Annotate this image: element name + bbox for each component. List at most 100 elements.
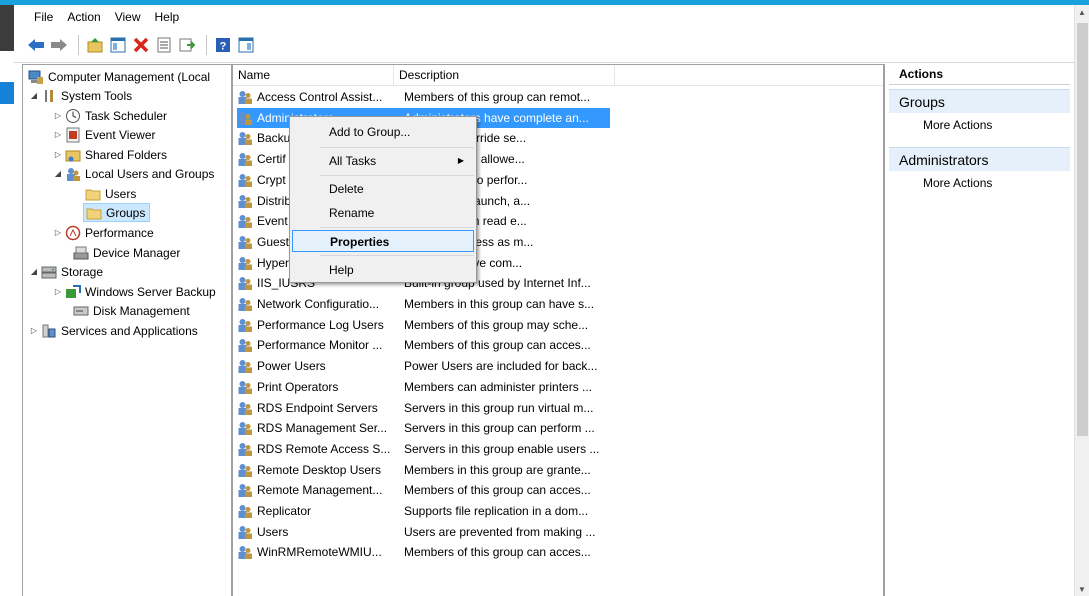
menu-item-add-to-group[interactable]: Add to Group... [292, 121, 474, 143]
help-icon[interactable]: ? [213, 35, 233, 55]
back-arrow-icon[interactable] [26, 35, 46, 55]
tree-item-performance[interactable]: ▷ Performance [53, 223, 154, 242]
table-row[interactable]: WinRMRemoteWMIU... Members of this group … [237, 542, 610, 562]
more-actions-groups[interactable]: More Actions [885, 113, 1074, 137]
tree-item-groups[interactable]: Groups [83, 203, 151, 222]
group-name: Network Configuratio... [257, 297, 380, 311]
scroll-thumb[interactable] [1077, 23, 1088, 436]
menu-action[interactable]: Action [67, 10, 100, 24]
table-row[interactable]: Users Users are prevented from making ... [237, 522, 610, 542]
svg-text:?: ? [220, 41, 227, 53]
toolbar-separator [78, 35, 79, 55]
expand-arrow-icon[interactable]: ▷ [53, 130, 63, 139]
menu-item-help[interactable]: Help [292, 259, 474, 281]
table-row[interactable]: Print Operators Members can administer pr… [237, 377, 610, 397]
group-name: Hyper [257, 255, 290, 270]
menu-item-delete[interactable]: Delete [292, 178, 474, 200]
expand-arrow-icon[interactable]: ▷ [53, 228, 63, 237]
table-row[interactable]: Replicator Supports file replication in a… [237, 501, 610, 521]
group-icon [237, 524, 253, 540]
tree-item-device-manager[interactable]: Device Manager [71, 243, 180, 262]
context-menu: Add to Group... All Tasks ▶ Delete Renam… [289, 116, 477, 283]
toolbar-separator [206, 35, 207, 55]
expand-arrow-icon[interactable]: ▷ [29, 326, 39, 335]
group-name: RDS Management Ser... [257, 421, 388, 436]
collapse-arrow-icon[interactable]: ◢ [29, 91, 39, 100]
show-hide-tree-icon[interactable] [108, 35, 128, 55]
tree-item-storage[interactable]: ◢ Storage [29, 262, 103, 281]
collapse-arrow-icon[interactable]: ◢ [29, 267, 39, 276]
properties-icon[interactable] [154, 35, 174, 55]
tree-item-task-scheduler[interactable]: ▷ Task Scheduler [53, 106, 167, 125]
console-tree-icon[interactable] [236, 35, 256, 55]
table-row[interactable]: Performance Log Users Members of this gro… [237, 315, 610, 335]
up-folder-icon[interactable] [85, 35, 105, 55]
tree-item-root[interactable]: Computer Management (Local [26, 67, 210, 86]
menu-view[interactable]: View [115, 10, 141, 24]
group-icon [237, 130, 253, 146]
group-name: Remote Desktop Users [257, 462, 382, 477]
group-description: Members in this group are grante... [404, 462, 591, 477]
more-actions-administrators[interactable]: More Actions [885, 171, 1074, 195]
delete-icon[interactable] [131, 35, 151, 55]
tree-item-disk-management[interactable]: Disk Management [71, 301, 190, 320]
tree-item-event-viewer[interactable]: ▷ Event Viewer [53, 125, 155, 144]
group-name: WinRMRemoteWMIU... [257, 545, 382, 560]
group-name: Access Control Assist... [257, 90, 383, 104]
group-name: Replicator [257, 504, 312, 518]
export-list-icon[interactable] [177, 35, 197, 55]
device-manager-icon [73, 245, 89, 261]
table-row[interactable]: RDS Management Ser... Servers in this gro… [237, 418, 610, 438]
table-row[interactable]: RDS Endpoint Servers Servers in this grou… [237, 398, 610, 418]
tree-item-local-users-groups[interactable]: ◢ Local Users and Groups [53, 164, 214, 183]
actions-section-groups[interactable]: Groups [889, 89, 1070, 113]
group-icon [237, 255, 253, 271]
menu-file[interactable]: File [34, 10, 53, 24]
disk-icon [73, 303, 89, 319]
group-name-cell: WinRMRemoteWMIU... [237, 544, 398, 560]
tree-label: Task Scheduler [85, 108, 168, 123]
tree-item-users[interactable]: Users [83, 184, 136, 203]
group-icon [237, 462, 253, 478]
table-row[interactable]: RDS Remote Access S... Servers in this gr… [237, 439, 610, 459]
actions-section-administrators[interactable]: Administrators [889, 147, 1070, 171]
menu-item-properties[interactable]: Properties [292, 230, 474, 252]
expand-arrow-icon[interactable]: ▷ [53, 111, 63, 120]
group-name: Guest [257, 234, 290, 249]
table-row[interactable]: Access Control Assist... Members of this … [237, 87, 610, 107]
column-header-name[interactable]: Name [233, 65, 394, 86]
users-group-icon [65, 166, 81, 182]
vertical-scrollbar[interactable]: ▲ ▼ [1074, 5, 1089, 596]
table-row[interactable]: Remote Desktop Users Members in this grou… [237, 460, 610, 480]
expand-arrow-icon[interactable]: ▷ [53, 287, 63, 296]
tree-item-windows-server-backup[interactable]: ▷ Windows Server Backup [53, 282, 216, 301]
scroll-down-arrow-icon[interactable]: ▼ [1078, 585, 1086, 594]
forward-arrow-icon[interactable] [49, 35, 69, 55]
list-header: Name Description [233, 65, 883, 86]
tree-item-system-tools[interactable]: ◢ System Tools [29, 86, 132, 105]
scroll-up-arrow-icon[interactable]: ▲ [1078, 8, 1086, 17]
table-row[interactable]: Performance Monitor ... Members of this g… [237, 335, 610, 355]
backup-icon [65, 284, 81, 300]
group-icon [237, 213, 253, 229]
group-icon [237, 317, 253, 333]
menu-item-all-tasks[interactable]: All Tasks ▶ [292, 150, 474, 172]
tree-item-services-apps[interactable]: ▷ Services and Applications [29, 321, 198, 340]
group-description: Servers in this group can perform ... [404, 421, 595, 436]
group-name: Power Users [257, 359, 326, 374]
toolbar-divider [14, 62, 1089, 63]
collapse-arrow-icon[interactable]: ◢ [53, 169, 63, 178]
table-row[interactable]: Network Configuratio... Members in this g… [237, 294, 610, 314]
group-icon [237, 275, 253, 291]
menu-separator [320, 147, 474, 148]
group-icon [237, 234, 253, 250]
menu-help[interactable]: Help [155, 10, 180, 24]
expand-arrow-icon[interactable]: ▷ [53, 150, 63, 159]
column-header-description[interactable]: Description [394, 65, 615, 86]
table-row[interactable]: Remote Management... Members of this grou… [237, 480, 610, 500]
menu-item-rename[interactable]: Rename [292, 202, 474, 224]
tree-item-shared-folders[interactable]: ▷ Shared Folders [53, 145, 167, 164]
table-row[interactable]: Power Users Power Users are included for … [237, 356, 610, 376]
group-name: Crypt [257, 172, 286, 187]
group-icon [237, 400, 253, 416]
